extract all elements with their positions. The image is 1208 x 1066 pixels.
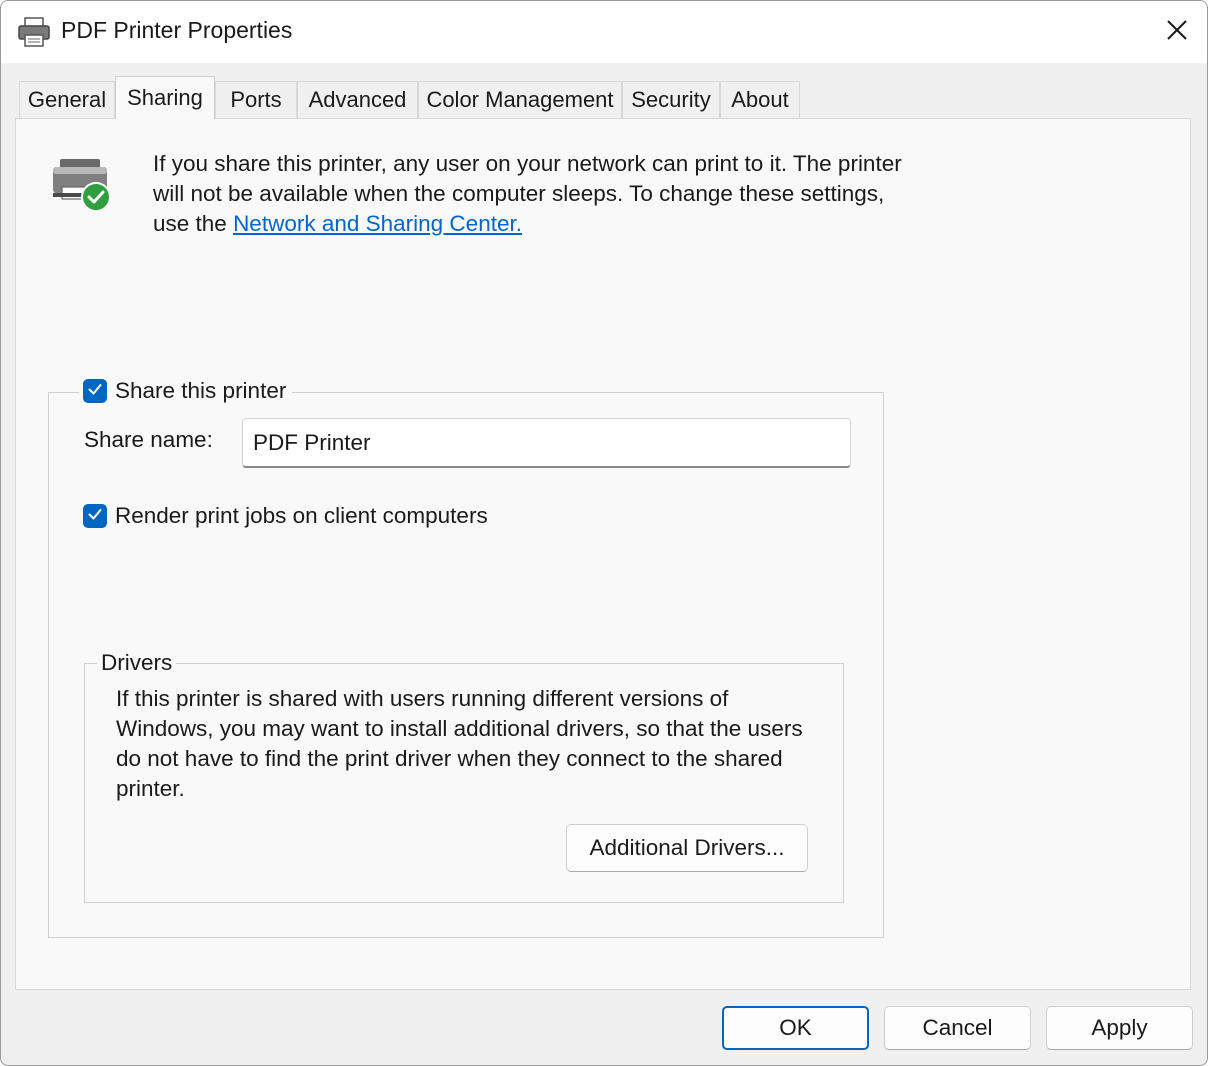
window-title: PDF Printer Properties xyxy=(61,17,293,43)
render-jobs-row: Render print jobs on client computers xyxy=(83,503,488,529)
drivers-legend: Drivers xyxy=(97,650,177,676)
share-groupbox: Share this printer Share name: Render pr… xyxy=(48,378,884,938)
title-bar: PDF Printer Properties xyxy=(1,1,1207,63)
apply-button[interactable]: Apply xyxy=(1046,1006,1193,1050)
drivers-groupbox: Drivers If this printer is shared with u… xyxy=(84,650,844,903)
checkmark-icon xyxy=(87,381,103,402)
additional-drivers-button[interactable]: Additional Drivers... xyxy=(566,824,808,872)
render-jobs-checkbox[interactable] xyxy=(83,504,107,528)
close-button[interactable] xyxy=(1147,1,1207,63)
sharing-tab-panel: If you share this printer, any user on y… xyxy=(15,118,1191,990)
printer-properties-dialog: PDF Printer Properties General Sharing P… xyxy=(0,0,1208,1066)
ok-button[interactable]: OK xyxy=(722,1006,869,1050)
network-sharing-center-link[interactable]: Network and Sharing Center. xyxy=(233,211,522,236)
cancel-button[interactable]: Cancel xyxy=(884,1006,1031,1050)
tab-security[interactable]: Security xyxy=(622,81,720,118)
tab-advanced[interactable]: Advanced xyxy=(297,81,418,118)
tab-general[interactable]: General xyxy=(19,81,115,118)
share-legend: Share this printer xyxy=(79,378,293,404)
sharing-intro: If you share this printer, any user on y… xyxy=(153,149,913,239)
tab-about[interactable]: About xyxy=(720,81,800,118)
close-icon xyxy=(1165,18,1189,47)
tab-sharing[interactable]: Sharing xyxy=(115,76,215,119)
share-name-label: Share name: xyxy=(84,427,213,452)
share-name-input[interactable] xyxy=(242,418,851,468)
share-printer-checkbox[interactable] xyxy=(83,379,107,403)
share-printer-label[interactable]: Share this printer xyxy=(115,378,286,404)
drivers-description: If this printer is shared with users run… xyxy=(116,686,803,801)
render-jobs-label[interactable]: Render print jobs on client computers xyxy=(115,503,488,529)
shared-printer-icon xyxy=(50,157,114,215)
printer-icon xyxy=(17,15,51,49)
checkmark-icon xyxy=(87,506,103,527)
tab-color-management[interactable]: Color Management xyxy=(418,81,622,118)
tab-ports[interactable]: Ports xyxy=(215,81,297,118)
